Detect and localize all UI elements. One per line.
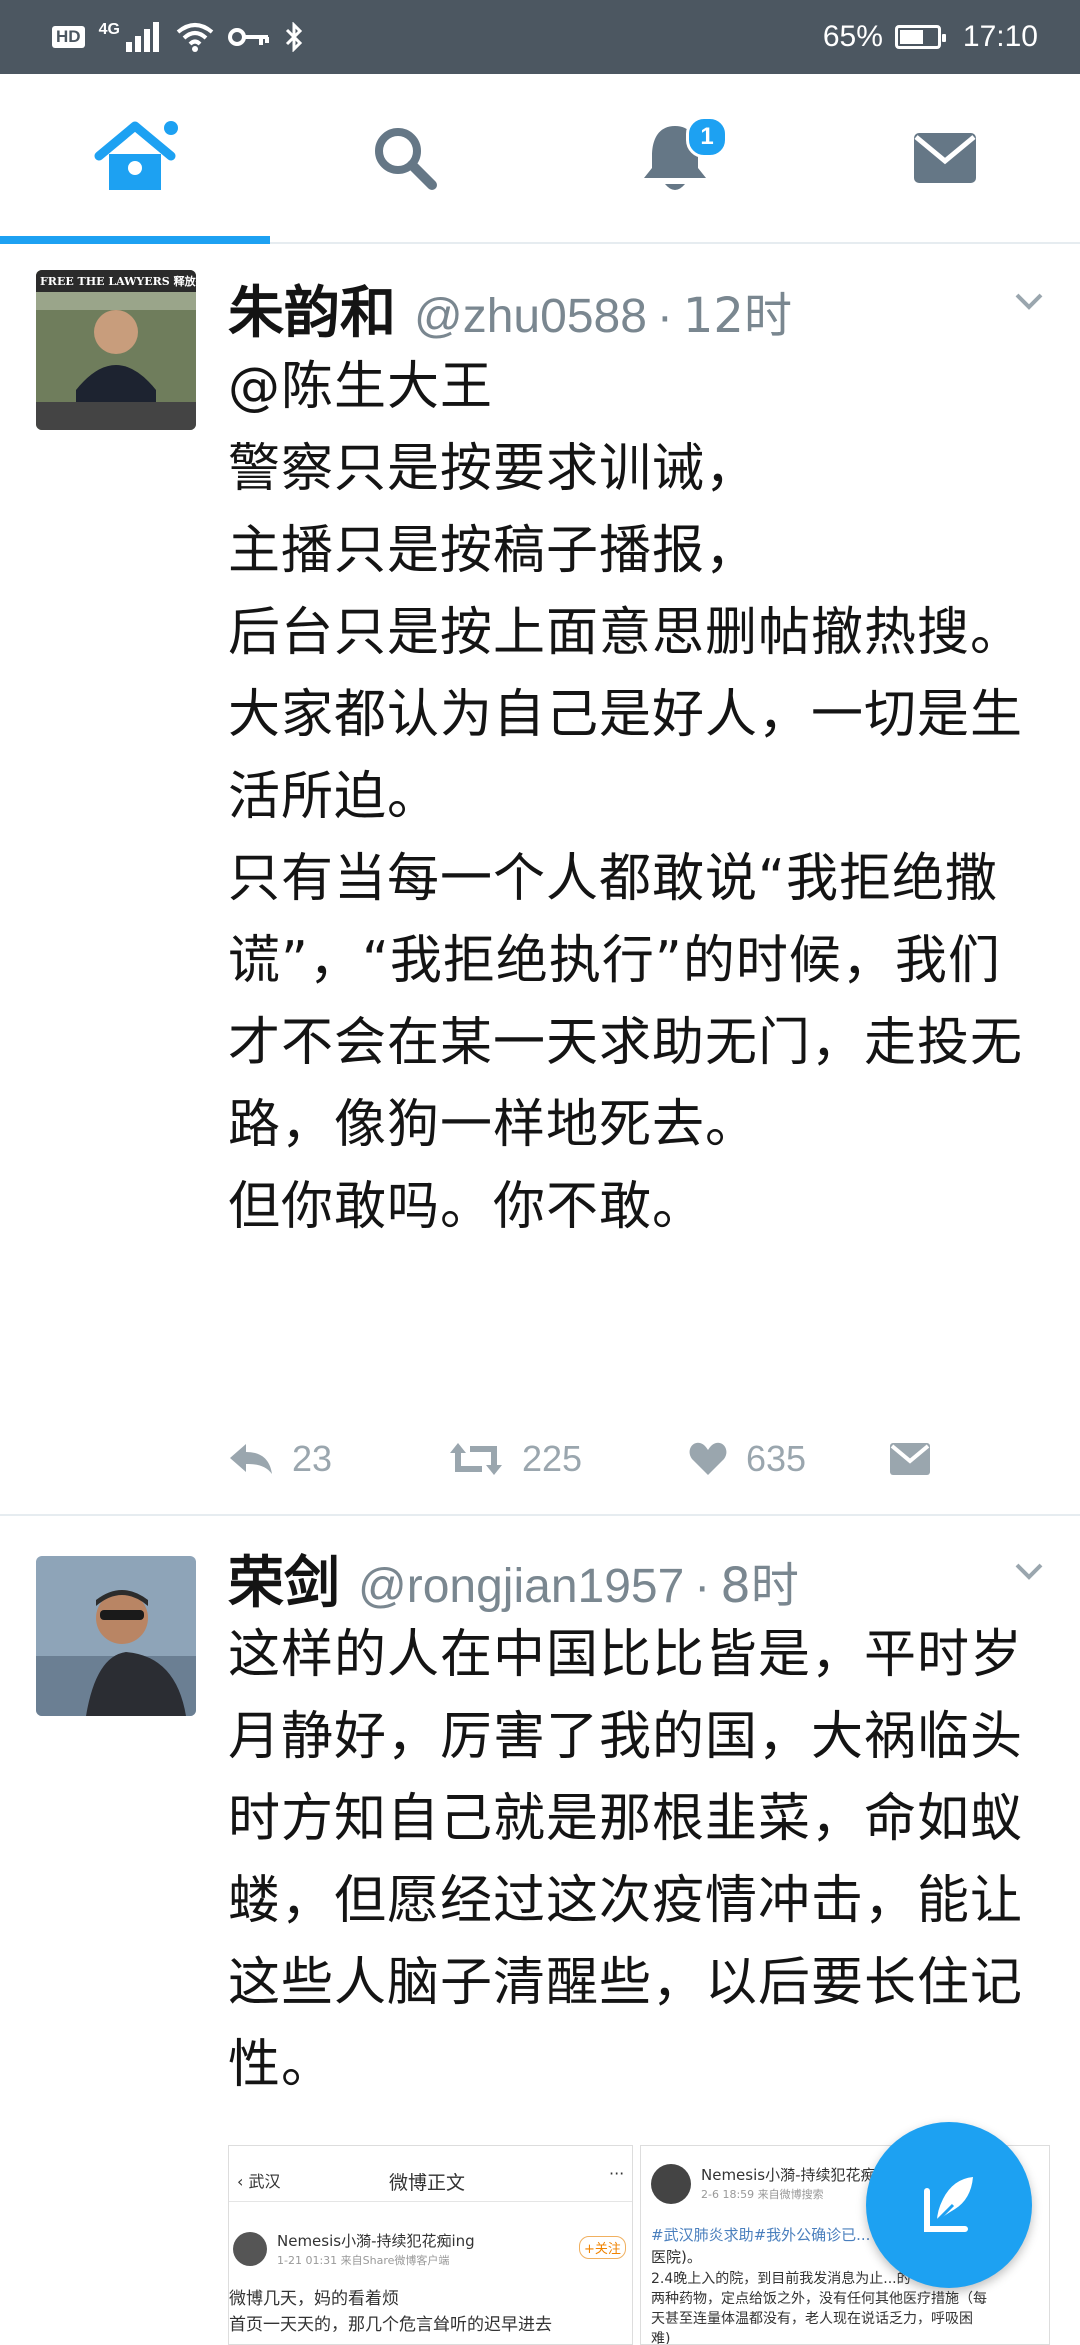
key-icon [227, 28, 269, 46]
back-icon: ‹ [237, 2172, 244, 2191]
media-image-1[interactable]: ‹ 武汉 微博正文 ··· Nemesis小漪-持续犯花痴ing 1-21 01… [228, 2145, 633, 2345]
compose-tweet-button[interactable] [866, 2122, 1032, 2288]
battery-percent: 65% [822, 20, 883, 53]
screenshot-line: 两种药物，定点给饭之外，没有任何其他医疗措施（每 [651, 2291, 987, 2307]
tweet-time: 8时 [720, 1558, 799, 1614]
tweet-actions: 23 225 635 [228, 1438, 932, 1480]
retweet-count: 225 [522, 1438, 583, 1479]
reply-count: 23 [292, 1438, 333, 1479]
tab-home[interactable] [0, 74, 270, 244]
avatar [233, 2232, 267, 2266]
tweet-line: 这样的人在中国比比皆是，平时岁月静好，厉害了我的国，大祸临头时方知自己就是那根韭… [228, 1625, 1024, 2095]
avatar [651, 2164, 691, 2204]
follow-button: +关注 [579, 2236, 626, 2259]
display-name[interactable]: 荣剑 [228, 1538, 340, 1619]
tweet-line: 主播只是按稿子播报， [228, 521, 759, 581]
tab-messages[interactable] [810, 74, 1080, 242]
notification-badge: 1 [686, 116, 728, 158]
screenshot-meta: 2-6 18:59 来自微博搜索 [701, 2188, 824, 2201]
like-count: 635 [746, 1438, 807, 1479]
screenshot-line: 天甚至连量体温都没有，老人现在说话乏力，呼吸困 [651, 2311, 973, 2327]
retweet-button[interactable]: 225 [448, 1438, 688, 1480]
heart-icon [689, 1442, 727, 1475]
screenshot-user: Nemesis小漪-持续犯花痴ing [277, 2232, 475, 2250]
battery-icon [894, 25, 946, 49]
network-type: 4G [98, 21, 120, 38]
tweet-line: 后台只是按上面意思删帖撤热搜。 [228, 603, 1024, 663]
screenshot-line: 医院)。 [651, 2248, 702, 2266]
messages-icon [890, 1443, 930, 1475]
clock: 17:10 [962, 20, 1038, 53]
tweet-line: 警察只是按要求训诫， [228, 439, 759, 499]
screenshot-line: #武汉肺炎求助#我外公确诊已... [651, 2226, 871, 2244]
tab-bar: 1 [0, 74, 1080, 244]
hd-icon: HD [52, 26, 85, 48]
screenshot-line: 微博几天，妈的看着烦 [229, 2289, 399, 2309]
user-handle[interactable]: @rongjian1957 [358, 1559, 684, 1614]
like-button[interactable]: 635 [688, 1438, 888, 1480]
bluetooth-icon [285, 22, 303, 52]
screenshot-line: 首页一天天的，那几个危言耸听的迟早进去 [229, 2315, 552, 2335]
search-icon [375, 128, 437, 190]
retweet-icon [450, 1443, 502, 1475]
active-tab-indicator [0, 236, 270, 244]
tweet[interactable]: FREE THE LAWYERS 释放律师 朱韵和 @zhu0588 · 12时… [0, 244, 1080, 1514]
display-name[interactable]: 朱韵和 [228, 268, 396, 349]
tweet-line: 只有当每一个人都敢说“我拒绝撒谎”，“我拒绝执行”的时候，我们才不会在某一天求助… [228, 849, 1024, 1155]
wifi-icon [176, 23, 214, 52]
status-bar: HD 4G 65% 17:10 [0, 0, 1080, 74]
divider [229, 2201, 632, 2202]
tweet-time: 12时 [682, 288, 792, 344]
screenshot-title: 微博正文 [389, 2172, 466, 2194]
home-icon [94, 121, 178, 190]
tweet-line: 但你敢吗。你不敢。 [228, 1177, 706, 1237]
screenshot-line: 2.4晚上入的院，到目前我发消息为止...的 [651, 2271, 911, 2287]
tweet-text: @陈生大王 警察只是按要求训诫， 主播只是按稿子播报， 后台只是按上面意思删帖撤… [228, 346, 1050, 1248]
tweet-line: 大家都认为自己是好人，一切是生活所迫。 [228, 685, 1024, 827]
mention-link[interactable]: @陈生大王 [228, 346, 1050, 428]
separator: · [694, 1560, 711, 1613]
reply-button[interactable]: 23 [228, 1438, 448, 1480]
screenshot-meta: 1-21 01:31 来自Share微博客户端 [277, 2254, 450, 2267]
avatar[interactable] [36, 1556, 196, 1716]
avatar[interactable]: FREE THE LAWYERS 释放律师 [36, 270, 196, 430]
signal-icon [125, 22, 159, 52]
tweet-text: 这样的人在中国比比皆是，平时岁月静好，厉害了我的国，大祸临头时方知自己就是那根韭… [228, 1614, 1050, 2106]
screenshot-back-label: 武汉 [248, 2172, 281, 2191]
tweet-header: 朱韵和 @zhu0588 · 12时 [228, 268, 1080, 346]
user-handle[interactable]: @zhu0588 [414, 289, 647, 344]
tab-notifications[interactable]: 1 [540, 74, 810, 242]
more-icon: ··· [609, 2164, 625, 2183]
tab-search[interactable] [270, 74, 540, 242]
separator: · [656, 290, 673, 343]
avatar-banner-text: FREE THE LAWYERS 释放律师 [40, 275, 196, 288]
direct-message-button[interactable] [888, 1441, 932, 1477]
screenshot-line: 难) [651, 2331, 671, 2345]
messages-icon [914, 133, 976, 183]
chevron-down-icon[interactable] [1014, 286, 1044, 316]
chevron-down-icon[interactable] [1014, 1556, 1044, 1586]
compose-icon [924, 2177, 973, 2232]
screenshot-user: Nemesis小漪-持续犯花痴 [701, 2166, 876, 2184]
reply-icon [230, 1444, 272, 1474]
tweet-header: 荣剑 @rongjian1957 · 8时 [228, 1538, 1080, 1616]
